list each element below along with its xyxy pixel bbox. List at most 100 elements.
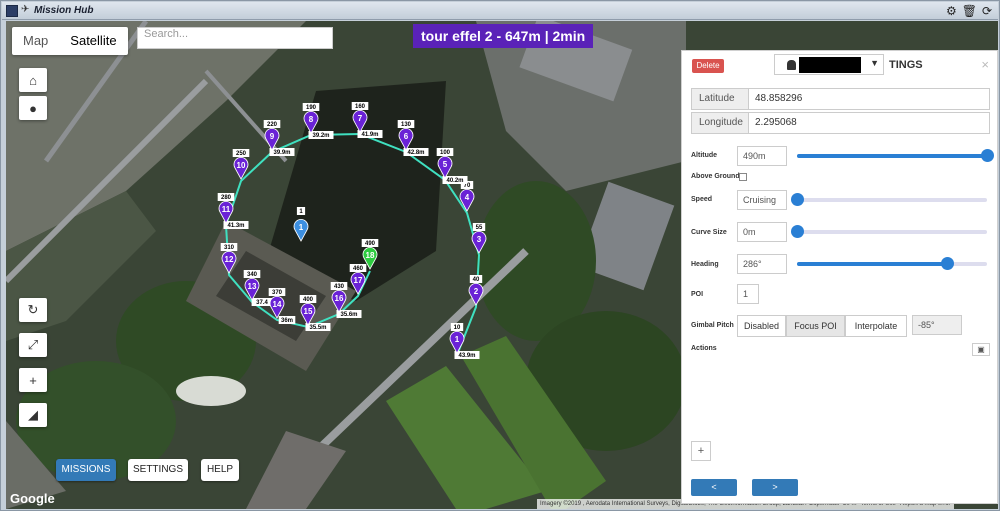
previous-waypoint-button[interactable]: < xyxy=(691,479,737,496)
waypoint-distance-tag: 37.4 xyxy=(251,298,273,306)
waypoint-marker[interactable]: 7 xyxy=(352,109,368,133)
home-button[interactable]: ⌂ xyxy=(19,68,47,92)
waypoint-altitude-tag: 55 xyxy=(472,223,486,231)
globe-button[interactable]: ● xyxy=(19,96,47,120)
waypoint-marker[interactable]: 1 xyxy=(449,330,465,354)
waypoint-marker[interactable]: 4 xyxy=(459,188,475,212)
app-logo-icon xyxy=(6,5,18,17)
curve-size-slider-knob[interactable] xyxy=(791,225,804,238)
svg-text:280: 280 xyxy=(221,195,232,201)
svg-text:1: 1 xyxy=(455,335,460,344)
curve-size-input[interactable]: 0m xyxy=(737,222,787,242)
satellite-map[interactable]: 10 43.9m 1 40 2 55 3 70 4 100 40.2m 5 130 42.8m 6 160 41… xyxy=(6,21,998,509)
speed-slider[interactable] xyxy=(791,193,987,206)
poi-marker[interactable]: 1 xyxy=(293,218,309,242)
eraser-button[interactable]: ◢ xyxy=(19,403,47,427)
gimbal-focus-poi-option[interactable]: Focus POI xyxy=(786,315,845,337)
add-waypoint-button[interactable]: + xyxy=(19,368,47,392)
altitude-slider[interactable] xyxy=(797,149,994,162)
refresh-path-button[interactable]: ↻ xyxy=(19,298,47,322)
poi-input[interactable]: 1 xyxy=(737,284,759,304)
waypoint-altitude-tag: 400 xyxy=(299,295,317,303)
waypoint-marker[interactable]: 6 xyxy=(398,127,414,151)
svg-text:430: 430 xyxy=(334,284,345,290)
svg-text:400: 400 xyxy=(303,297,314,303)
redacted-username xyxy=(799,57,861,73)
waypoint-altitude-tag: 430 xyxy=(330,282,348,290)
expand-icon: ⤢ xyxy=(27,337,39,352)
heading-slider[interactable] xyxy=(797,257,987,270)
waypoint-altitude-tag: 490 xyxy=(361,239,379,247)
waypoint-altitude-tag: 10 xyxy=(450,323,464,331)
waypoint-distance-tag: 39.2m xyxy=(308,131,334,139)
panel-title: TINGS xyxy=(889,59,923,71)
waypoint-distance-tag: 35.6m xyxy=(336,310,362,318)
speed-input[interactable]: Cruising xyxy=(737,190,787,210)
latitude-value[interactable]: 48.858296 xyxy=(749,89,989,109)
rotate-icon: ↻ xyxy=(27,302,39,317)
gimbal-disabled-option[interactable]: Disabled xyxy=(737,315,786,337)
altitude-slider-knob[interactable] xyxy=(981,149,994,162)
waypoint-marker[interactable]: 3 xyxy=(471,230,487,254)
waypoint-marker[interactable]: 2 xyxy=(468,282,484,306)
missions-button[interactable]: MISSIONS xyxy=(56,459,116,481)
svg-text:130: 130 xyxy=(401,122,412,128)
heading-slider-knob[interactable] xyxy=(941,257,955,270)
heading-input[interactable]: 286° xyxy=(737,254,787,274)
svg-text:39.9m: 39.9m xyxy=(273,150,290,156)
svg-text:39.2m: 39.2m xyxy=(312,133,329,139)
longitude-field[interactable]: Longitude 2.295068 xyxy=(691,112,990,134)
latitude-field[interactable]: Latitude 48.858296 xyxy=(691,88,990,110)
svg-text:10: 10 xyxy=(237,161,246,170)
add-action-button[interactable]: + xyxy=(691,441,711,461)
speed-label: Speed xyxy=(691,196,713,203)
map-type-satellite[interactable]: Satellite xyxy=(59,27,127,55)
map-type-map[interactable]: Map xyxy=(12,27,59,55)
map-type-toggle: Map Satellite xyxy=(12,27,128,55)
help-button[interactable]: HELP xyxy=(201,459,239,481)
user-select[interactable]: ▼ xyxy=(774,54,884,75)
svg-text:1: 1 xyxy=(299,223,304,232)
waypoint-marker[interactable]: 17 xyxy=(350,271,366,295)
waypoint-marker[interactable]: 14 xyxy=(269,295,285,319)
waypoint-marker[interactable]: 8 xyxy=(303,110,319,134)
svg-text:250: 250 xyxy=(236,151,247,157)
waypoint-marker[interactable]: 5 xyxy=(437,155,453,179)
waypoint-distance-tag: 43.9m xyxy=(454,351,480,359)
longitude-value[interactable]: 2.295068 xyxy=(749,113,989,133)
waypoint-marker[interactable]: 9 xyxy=(264,127,280,151)
next-waypoint-button[interactable]: > xyxy=(752,479,798,496)
waypoint-distance-tag: 35.5m xyxy=(305,323,331,331)
longitude-label: Longitude xyxy=(692,113,749,133)
waypoint-marker[interactable]: 12 xyxy=(221,250,237,274)
above-ground-label: Above Ground xyxy=(691,173,740,180)
svg-text:36m: 36m xyxy=(281,318,293,324)
svg-text:3: 3 xyxy=(477,235,482,244)
svg-text:5: 5 xyxy=(443,160,448,169)
image-icon[interactable]: ▣ xyxy=(972,343,990,356)
svg-text:40.2m: 40.2m xyxy=(446,178,463,184)
speed-slider-knob[interactable] xyxy=(791,193,804,206)
waypoint-distance-tag: 40.2m xyxy=(442,176,468,184)
trash-icon[interactable]: 🗑 xyxy=(962,4,977,18)
above-ground-checkbox[interactable] xyxy=(739,173,747,181)
waypoint-marker[interactable]: 15 xyxy=(300,302,316,326)
refresh-icon[interactable]: ⟳ xyxy=(982,4,992,18)
poi-label: POI xyxy=(691,291,704,298)
svg-text:18: 18 xyxy=(366,251,375,260)
curve-size-slider[interactable] xyxy=(791,225,987,238)
search-input[interactable]: Search... xyxy=(137,27,333,49)
altitude-input[interactable]: 490m xyxy=(737,146,787,166)
waypoint-altitude-tag: 340 xyxy=(243,270,261,278)
gimbal-interpolate-option[interactable]: Interpolate xyxy=(845,315,907,337)
close-icon[interactable]: × xyxy=(981,57,989,72)
svg-text:340: 340 xyxy=(247,272,258,278)
svg-text:35.6m: 35.6m xyxy=(340,312,357,318)
home-icon: ⌂ xyxy=(29,72,37,88)
fullscreen-button[interactable]: ⤢ xyxy=(19,333,47,357)
settings-button[interactable]: SETTINGS xyxy=(128,459,188,481)
gimbal-pitch-input[interactable]: -85° xyxy=(912,315,962,335)
gear-icon[interactable]: ⚙ xyxy=(946,4,957,18)
waypoint-marker[interactable]: 11 xyxy=(218,200,234,224)
delete-button[interactable]: Delete xyxy=(692,59,724,73)
